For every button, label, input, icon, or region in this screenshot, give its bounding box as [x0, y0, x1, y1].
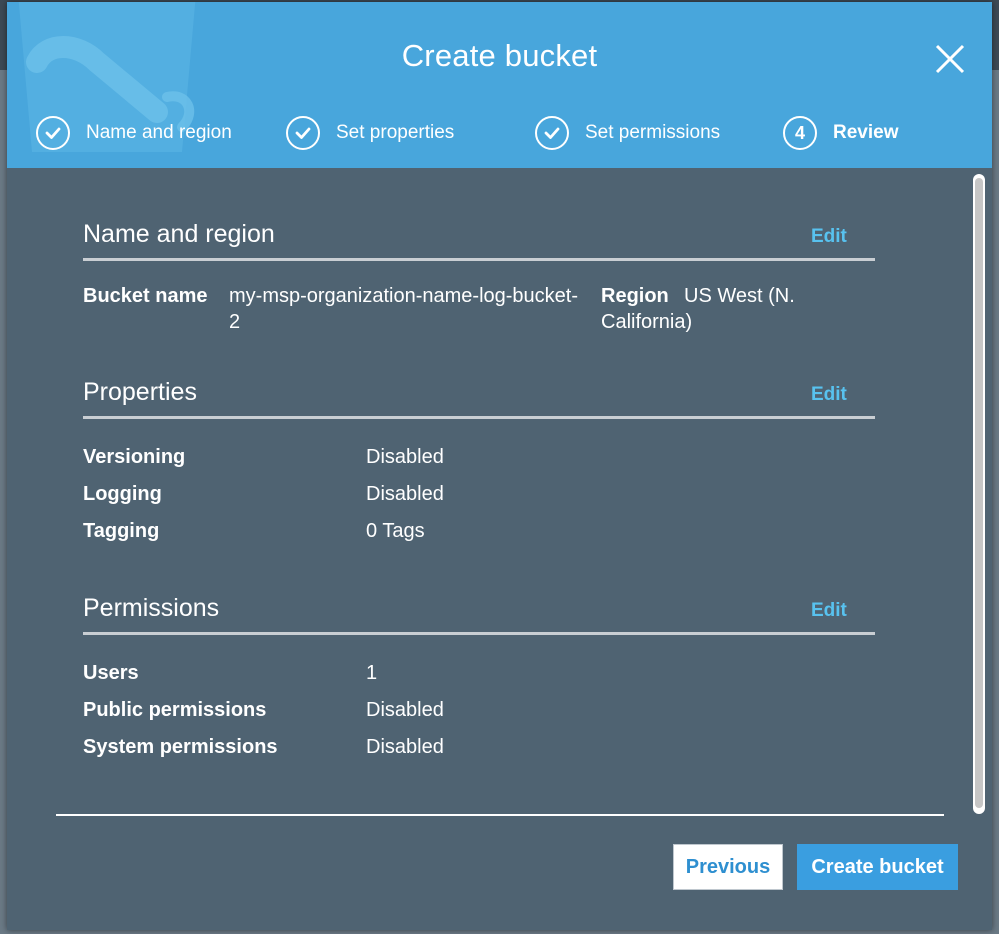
permission-row-users: Users 1	[83, 662, 875, 686]
property-row-tagging: Tagging 0 Tags	[83, 520, 875, 544]
create-bucket-button[interactable]: Create bucket	[797, 844, 958, 890]
bucket-name-value: my-msp-organization-name-log-bucket-2	[229, 285, 579, 333]
row-value: Disabled	[366, 483, 444, 505]
modal-header: Create bucket Name and region Set proper…	[7, 2, 992, 168]
step-label: Set permissions	[585, 122, 721, 143]
region-label: Region	[601, 285, 669, 307]
step-label: Set properties	[336, 122, 455, 143]
row-value: Disabled	[366, 446, 444, 468]
close-icon[interactable]	[931, 40, 969, 78]
section-permissions: Permissions Edit Users 1 Public permissi…	[83, 586, 875, 766]
step-set-properties[interactable]: Set properties	[286, 111, 454, 155]
row-label: Users	[83, 662, 139, 684]
row-value: 0 Tags	[366, 520, 425, 542]
step-number-badge: 4	[783, 116, 817, 150]
section-title: Name and region	[83, 220, 275, 248]
footer-divider	[56, 814, 944, 816]
row-value: Disabled	[366, 736, 444, 758]
modal-title: Create bucket	[401, 38, 598, 73]
region-value-continued: California)	[601, 311, 693, 333]
row-label: Logging	[83, 483, 162, 505]
checkmark-icon	[286, 116, 320, 150]
section-header: Permissions Edit	[83, 586, 875, 635]
create-bucket-modal: Create bucket Name and region Set proper…	[7, 2, 992, 930]
step-label: Review	[833, 122, 899, 143]
row-value: Disabled	[366, 699, 444, 721]
row-label: Tagging	[83, 520, 160, 542]
step-label: Name and region	[86, 122, 232, 143]
edit-permissions-link[interactable]: Edit	[811, 600, 847, 622]
region-value: US West (N.	[684, 285, 795, 307]
row-label: Versioning	[83, 446, 186, 468]
scrollbar-thumb[interactable]	[975, 178, 983, 808]
edit-properties-link[interactable]: Edit	[811, 384, 847, 406]
section-header: Name and region Edit	[83, 212, 875, 261]
section-title: Properties	[83, 378, 197, 406]
step-number: 4	[794, 122, 805, 143]
row-label: System permissions	[83, 736, 278, 758]
permission-row-system: System permissions Disabled	[83, 736, 875, 760]
permission-row-public: Public permissions Disabled	[83, 699, 875, 723]
bucket-name-label: Bucket name	[83, 285, 208, 307]
property-row-versioning: Versioning Disabled	[83, 446, 875, 470]
section-title: Permissions	[83, 594, 220, 622]
property-row-logging: Logging Disabled	[83, 483, 875, 507]
row-label: Public permissions	[83, 699, 267, 721]
section-name-and-region: Name and region Edit Bucket name my-msp-…	[83, 212, 875, 333]
step-name-and-region[interactable]: Name and region	[36, 111, 232, 155]
checkmark-icon	[36, 116, 70, 150]
section-properties: Properties Edit Versioning Disabled Logg…	[83, 370, 875, 550]
row-value: 1	[366, 662, 378, 684]
section-header: Properties Edit	[83, 370, 875, 419]
checkmark-icon	[535, 116, 569, 150]
wizard-steps: Name and region Set properties Set permi…	[7, 111, 992, 155]
edit-name-region-link[interactable]: Edit	[811, 226, 847, 248]
step-review[interactable]: 4 Review	[783, 111, 898, 155]
modal-body: Name and region Edit Bucket name my-msp-…	[7, 168, 992, 930]
step-set-permissions[interactable]: Set permissions	[535, 111, 720, 155]
previous-button[interactable]: Previous	[673, 844, 783, 890]
